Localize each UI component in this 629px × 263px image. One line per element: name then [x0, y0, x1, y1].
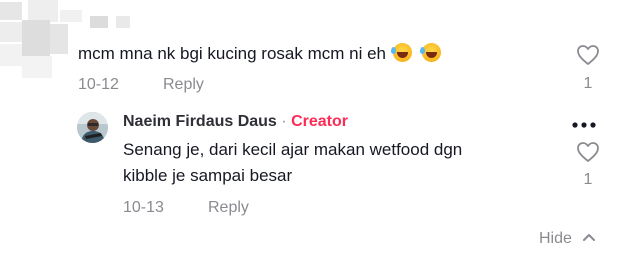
heart-icon [577, 45, 599, 65]
reply-header: Naeim Firdaus Daus · Creator [123, 113, 348, 131]
creator-badge: Creator [291, 113, 348, 130]
reply-date: 10-13 [123, 199, 164, 216]
heart-icon [577, 142, 599, 162]
hide-label: Hide [539, 230, 572, 247]
avatar-image [77, 112, 108, 143]
reply-like-button[interactable] [574, 141, 602, 168]
hide-replies-button[interactable]: Hide [539, 230, 596, 248]
comment-like-button[interactable] [574, 44, 602, 71]
reply-text-line1: Senang je, dari kecil ajar makan wetfood… [123, 140, 463, 159]
reply-reply-button[interactable]: Reply [208, 199, 249, 217]
more-dots-icon [572, 122, 596, 128]
reply-username[interactable]: Naeim Firdaus Daus [123, 113, 277, 130]
comment-reply-button[interactable]: Reply [163, 76, 204, 94]
separator-dot: · [281, 113, 287, 130]
reply-like-count: 1 [583, 171, 593, 188]
reply-text-line2: kibble je sampai besar [123, 166, 293, 185]
rolling-laughing-emoji-icon [390, 43, 412, 62]
comment-date: 10-12 [78, 76, 119, 93]
rolling-laughing-emoji-icon [420, 43, 442, 62]
chevron-up-icon [583, 234, 596, 241]
comment-text-content: mcm mna nk bgi kucing rosak mcm ni eh [78, 44, 386, 63]
comment-like-count: 1 [583, 75, 593, 92]
avatar[interactable] [77, 112, 108, 143]
more-options-button[interactable] [571, 116, 597, 134]
comment-text: mcm mna nk bgi kucing rosak mcm ni eh [78, 42, 442, 66]
